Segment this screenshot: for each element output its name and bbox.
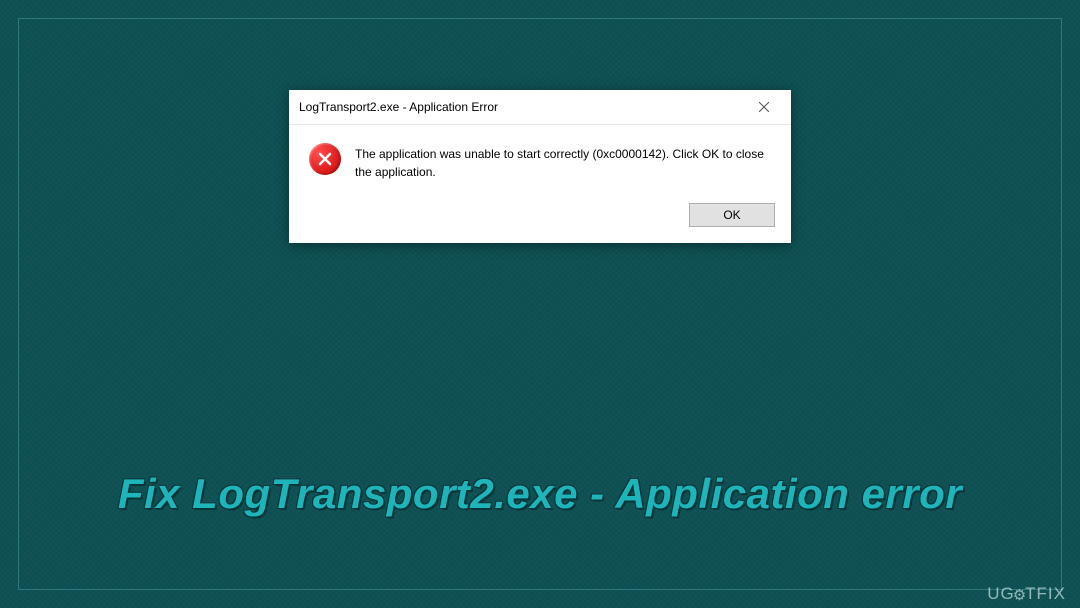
watermark-prefix: UG <box>987 584 1015 603</box>
dialog-footer: OK <box>289 191 791 243</box>
watermark-suffix: TFIX <box>1025 584 1066 603</box>
close-icon <box>759 102 769 112</box>
dialog-body: The application was unable to start corr… <box>289 125 791 191</box>
close-button[interactable] <box>745 96 783 118</box>
dialog-titlebar: LogTransport2.exe - Application Error <box>289 90 791 125</box>
error-dialog: LogTransport2.exe - Application Error Th… <box>289 90 791 243</box>
watermark: UG⚙TFIX <box>987 584 1066 604</box>
page-headline: Fix LogTransport2.exe - Application erro… <box>0 470 1080 518</box>
ok-button[interactable]: OK <box>689 203 775 227</box>
dialog-title: LogTransport2.exe - Application Error <box>299 100 498 114</box>
dialog-message: The application was unable to start corr… <box>355 143 773 181</box>
error-icon <box>309 143 341 175</box>
